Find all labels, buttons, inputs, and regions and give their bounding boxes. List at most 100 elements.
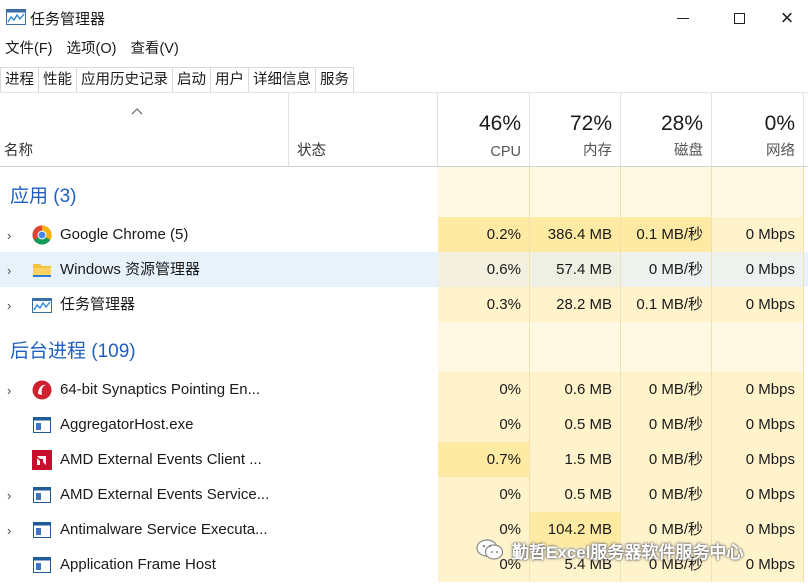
cpu-value: 0% xyxy=(438,477,530,512)
group-title-apps: 应用 (3) xyxy=(10,186,77,207)
close-button[interactable]: × xyxy=(764,0,808,36)
chevron-right-icon[interactable]: › xyxy=(7,228,17,243)
tab-performance[interactable]: 性能 xyxy=(38,67,77,93)
menu-view[interactable]: 查看(V) xyxy=(125,37,183,61)
header-network[interactable]: 0% 网络 xyxy=(712,93,804,166)
cpu-value: 0% xyxy=(438,372,530,407)
disk-value: 0 MB/秒 xyxy=(621,407,712,442)
header-status-label: 状态 xyxy=(297,143,326,159)
network-value: 0 Mbps xyxy=(712,372,804,407)
chevron-right-icon[interactable]: › xyxy=(7,298,17,313)
memory-label: 内存 xyxy=(583,143,612,159)
process-name: 任务管理器 xyxy=(60,296,136,313)
header-name-label: 名称 xyxy=(4,143,33,159)
window-icon xyxy=(33,557,51,573)
amd-icon xyxy=(32,450,52,470)
cpu-value: 0.6% xyxy=(438,252,530,287)
network-value: 0 Mbps xyxy=(712,407,804,442)
network-value: 0 Mbps xyxy=(712,442,804,477)
window-icon xyxy=(33,522,51,538)
maximize-icon xyxy=(733,12,745,24)
process-list: 应用 (3) › Google Chrome (5) 0.2% 386.4 MB… xyxy=(0,167,808,582)
disk-percent: 28% xyxy=(660,112,703,135)
tab-startup[interactable]: 启动 xyxy=(172,67,211,93)
process-name: Google Chrome (5) xyxy=(60,226,189,243)
wechat-icon xyxy=(476,539,504,560)
close-icon: × xyxy=(780,5,794,30)
header-status[interactable]: 状态 xyxy=(289,93,438,166)
network-value: 0 Mbps xyxy=(712,477,804,512)
chevron-right-icon[interactable]: › xyxy=(7,263,17,278)
cpu-percent: 46% xyxy=(478,112,521,135)
network-percent: 0% xyxy=(764,112,795,135)
disk-value: 0 MB/秒 xyxy=(621,252,712,287)
memory-value: 28.2 MB xyxy=(530,287,621,322)
memory-value: 0.5 MB xyxy=(530,407,621,442)
task-manager-icon xyxy=(32,298,52,313)
tab-processes[interactable]: 进程 xyxy=(0,67,39,93)
tab-services[interactable]: 服务 xyxy=(315,67,354,93)
network-value: 0 Mbps xyxy=(712,252,804,287)
disk-value: 0 MB/秒 xyxy=(621,477,712,512)
tab-users[interactable]: 用户 xyxy=(210,67,249,93)
minimize-button[interactable] xyxy=(660,0,706,36)
process-name: 64-bit Synaptics Pointing En... xyxy=(60,381,261,398)
table-row[interactable]: › AMD External Events Service... 0% 0.5 … xyxy=(0,477,808,512)
tab-details[interactable]: 详细信息 xyxy=(248,67,316,93)
network-value: 0 Mbps xyxy=(712,287,804,322)
watermark-text: 勤哲Excel服务器软件服务中心 xyxy=(512,542,744,562)
disk-value: 0 MB/秒 xyxy=(621,442,712,477)
process-name: AMD External Events Client ... xyxy=(60,451,262,468)
process-name: AMD External Events Service... xyxy=(60,486,270,503)
title-bar: 任务管理器 × xyxy=(0,0,808,36)
cpu-label: CPU xyxy=(490,144,521,160)
table-row[interactable]: › 任务管理器 0.3% 28.2 MB 0.1 MB/秒 0 Mbps xyxy=(0,287,808,322)
network-value: 0 Mbps xyxy=(712,217,804,252)
memory-percent: 72% xyxy=(569,112,612,135)
table-row[interactable]: › 64-bit Synaptics Pointing En... 0% 0.6… xyxy=(0,372,808,407)
table-row[interactable]: › Windows 资源管理器 0.6% 57.4 MB 0 MB/秒 0 Mb… xyxy=(0,252,808,287)
column-header: 名称 状态 46% CPU 72% 内存 28% 磁盘 0% 网络 xyxy=(0,93,808,167)
disk-value: 0.1 MB/秒 xyxy=(621,217,712,252)
menu-file[interactable]: 文件(F) xyxy=(0,37,58,61)
synaptics-icon xyxy=(32,380,52,400)
group-header-apps[interactable]: 应用 (3) xyxy=(0,167,808,217)
chevron-right-icon[interactable]: › xyxy=(7,523,17,538)
process-name: Windows 资源管理器 xyxy=(60,261,201,278)
header-disk[interactable]: 28% 磁盘 xyxy=(621,93,712,166)
chrome-icon xyxy=(32,225,52,245)
menu-bar: 文件(F) 选项(O) 查看(V) xyxy=(0,37,188,61)
process-name: Antimalware Service Executa... xyxy=(60,521,268,538)
process-name: Application Frame Host xyxy=(60,556,216,573)
header-memory[interactable]: 72% 内存 xyxy=(530,93,621,166)
header-name[interactable]: 名称 xyxy=(0,93,289,166)
group-header-background[interactable]: 后台进程 (109) xyxy=(0,322,808,372)
table-row[interactable]: AggregatorHost.exe 0% 0.5 MB 0 MB/秒 0 Mb… xyxy=(0,407,808,442)
disk-value: 0 MB/秒 xyxy=(621,372,712,407)
chevron-right-icon[interactable]: › xyxy=(7,488,17,503)
table-row[interactable]: › Google Chrome (5) 0.2% 386.4 MB 0.1 MB… xyxy=(0,217,808,252)
disk-value: 0.1 MB/秒 xyxy=(621,287,712,322)
watermark: 勤哲Excel服务器软件服务中心 xyxy=(476,536,743,564)
disk-label: 磁盘 xyxy=(674,143,703,159)
table-row[interactable]: AMD External Events Client ... 0.7% 1.5 … xyxy=(0,442,808,477)
group-title-background: 后台进程 (109) xyxy=(10,341,136,362)
memory-value: 0.6 MB xyxy=(530,372,621,407)
menu-options[interactable]: 选项(O) xyxy=(62,37,122,61)
process-name: AggregatorHost.exe xyxy=(60,416,194,433)
network-label: 网络 xyxy=(766,143,795,159)
chevron-right-icon[interactable]: › xyxy=(7,383,17,398)
memory-value: 0.5 MB xyxy=(530,477,621,512)
cpu-value: 0.3% xyxy=(438,287,530,322)
cpu-value: 0.7% xyxy=(438,442,530,477)
cpu-value: 0% xyxy=(438,407,530,442)
memory-value: 386.4 MB xyxy=(530,217,621,252)
cpu-value: 0.2% xyxy=(438,217,530,252)
task-manager-icon xyxy=(6,9,26,25)
maximize-button[interactable] xyxy=(716,0,762,36)
header-cpu[interactable]: 46% CPU xyxy=(438,93,530,166)
window-icon xyxy=(33,417,51,433)
folder-icon xyxy=(33,264,51,277)
tab-app-history[interactable]: 应用历史记录 xyxy=(76,67,173,93)
memory-value: 57.4 MB xyxy=(530,252,621,287)
